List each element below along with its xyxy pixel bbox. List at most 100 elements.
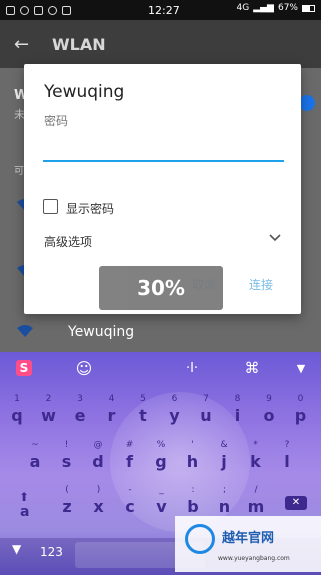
key-symbol: 7 [203,394,209,404]
command-icon[interactable]: ⌘ [244,359,260,377]
key-letter: i [234,406,241,425]
key-symbol: - [128,485,132,495]
key-d[interactable]: @ d [85,440,111,478]
key-letter: s [61,452,72,471]
key-letter: e [74,406,86,425]
wifi-signal-icon [17,325,33,337]
page-title: WLAN [52,34,106,54]
key-x[interactable]: ) x [86,485,112,523]
key-t[interactable]: 5t [130,394,156,432]
key-letter: y [169,406,180,425]
key-letter: k [250,452,261,471]
key-letter: d [92,452,104,471]
key-u[interactable]: 7u [193,394,219,432]
app-bar: ← WLAN [0,20,321,68]
key-letter: q [11,406,23,425]
key-letter: a [29,452,41,471]
watermark-title: 越年官网 [222,531,275,546]
battery-level-fill [303,5,311,11]
keyboard-toolbar: S ☺ ·I· ⌘ ▼ [0,352,321,384]
key-y[interactable]: 6y [162,394,188,432]
key-h[interactable]: ' h [180,440,206,478]
key-symbol: 4 [108,394,115,404]
key-j[interactable]: & j [211,440,237,478]
key-symbol: ) [96,485,101,495]
key-p[interactable]: 0p [288,394,314,432]
watermark-url: www.yueyangbang.com [218,555,290,562]
key-symbol: ' [191,440,194,450]
advanced-options-label[interactable]: 高级选项 [44,233,92,250]
key-symbol: ~ [31,440,39,450]
key-o[interactable]: 9o [256,394,282,432]
wlan-toggle[interactable] [299,95,315,111]
alarm-icon [48,5,57,15]
key-v[interactable]: _ v [149,485,175,523]
progress-toast: 30% [99,266,223,310]
show-password-checkbox[interactable] [43,199,58,214]
backspace-key[interactable]: ✕ [285,496,307,510]
key-letter: t [139,406,147,425]
key-c[interactable]: -c [117,485,143,523]
key-letter: v [156,497,167,516]
signal-icon: ▂▄▆ [253,3,274,13]
key-r[interactable]: 4r [99,394,125,432]
key-g[interactable]: % g [148,440,174,478]
key-letter: x [93,497,104,516]
key-symbol: 3 [77,394,83,404]
silent-icon [34,5,43,15]
key-letter: l [284,452,290,471]
key-symbol: % [156,440,166,450]
key-letter: j [221,452,227,471]
back-arrow-icon[interactable]: ← [14,34,40,55]
key-symbol: 8 [234,394,241,404]
key-symbol: ! [64,440,69,450]
status-right: 4G ▂▄▆ 67% [237,3,315,13]
emoji-icon[interactable]: ☺ [76,359,93,378]
key-symbol: : [191,485,195,495]
key-f[interactable]: # f [117,440,143,478]
key-letter: c [125,497,135,516]
show-password-label[interactable]: 显示密码 [66,200,114,217]
key-w[interactable]: 2w [36,394,62,432]
shift-key[interactable]: ⬆ a [12,490,38,520]
key-letter: m [247,497,265,516]
key-symbol: * [253,440,258,450]
key-symbol: 9 [266,394,272,404]
key-letter: w [41,406,56,425]
network-list-item-yewuqing[interactable]: Yewuqing [68,324,134,340]
number-key[interactable]: 123 [40,545,63,559]
status-time: 12:27 [148,4,180,17]
key-k[interactable]: * k [243,440,269,478]
shift-arrow-icon: ⬆ [19,490,30,504]
key-symbol: ? [284,440,290,450]
battery-icon [302,4,315,12]
key-q[interactable]: 1q [4,394,30,432]
key-symbol: & [220,440,228,450]
key-letter: g [155,452,167,471]
chevron-down-icon[interactable] [269,232,281,244]
cursor-move-icon[interactable]: ·I· [180,360,204,376]
key-e[interactable]: 3e [67,394,93,432]
key-letter: z [62,497,72,516]
key-symbol: 2 [45,394,52,404]
key-s[interactable]: ! s [54,440,80,478]
key-i[interactable]: 8i [225,394,251,432]
key-symbol: / [254,485,258,495]
watermark-logo-icon [185,524,215,554]
collapse-keyboard-icon[interactable]: ▼ [293,360,309,376]
connect-button[interactable]: 连接 [249,276,273,293]
key-letter: u [200,406,212,425]
shift-key-letter: a [20,504,30,520]
available-networks-label-partial: 可 [14,166,24,177]
sogou-logo-icon[interactable]: S [16,360,32,376]
key-symbol: ( [65,485,69,495]
key-letter: n [218,497,231,516]
key-z[interactable]: (z [54,485,80,523]
password-input[interactable] [43,134,284,162]
key-l[interactable]: ? l [274,440,300,478]
input-switch-key[interactable]: ▼ [12,542,24,562]
key-a[interactable]: ~ a [22,440,48,478]
password-label: 密码 [44,114,69,128]
network-label: 4G [236,3,250,13]
gallery-icon [62,5,71,15]
